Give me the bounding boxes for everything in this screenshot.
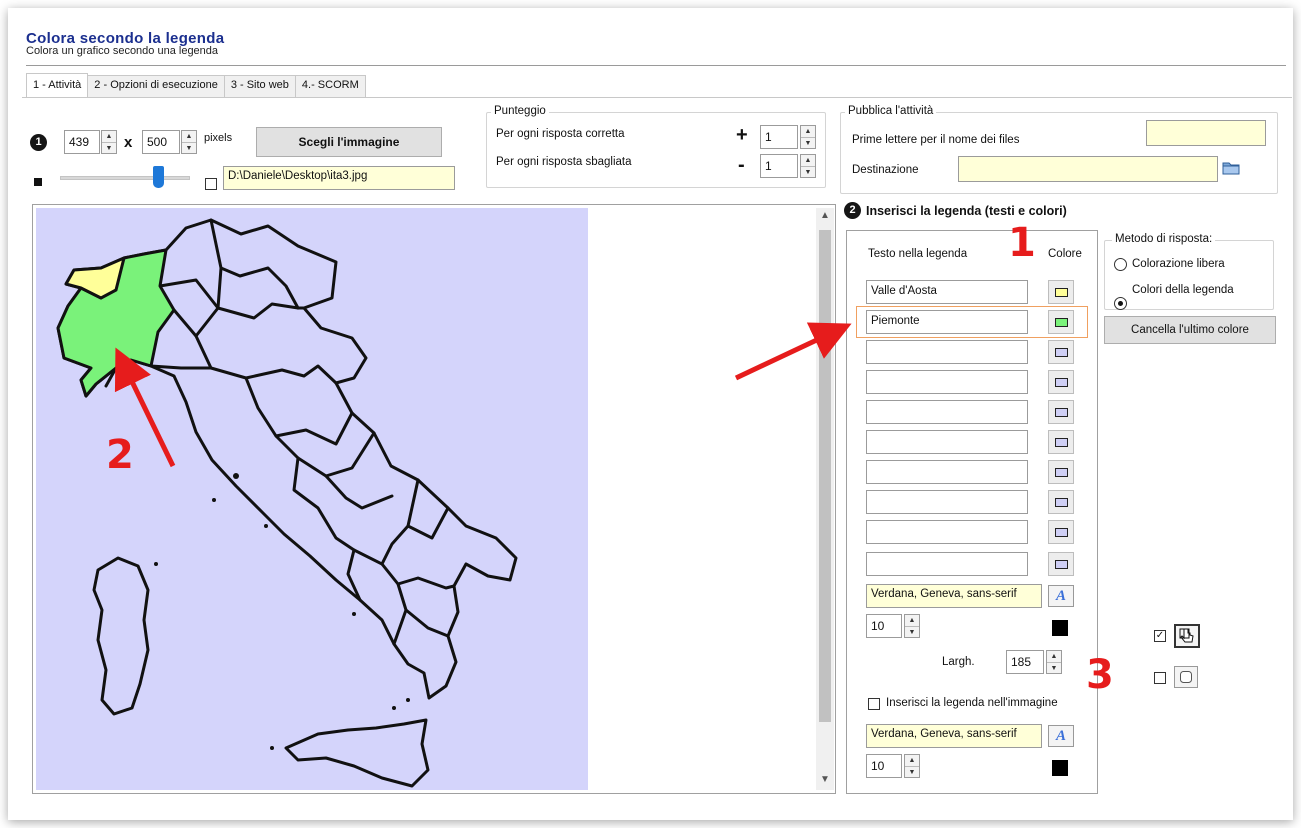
annotation-arrows xyxy=(114,322,852,468)
annotation-arrow-legend xyxy=(734,322,852,381)
annotation-arrow-map xyxy=(114,347,176,468)
tab-attivita[interactable]: 1 - Attività xyxy=(26,73,89,97)
app-window: Colora secondo la legenda Colora un graf… xyxy=(8,8,1293,820)
